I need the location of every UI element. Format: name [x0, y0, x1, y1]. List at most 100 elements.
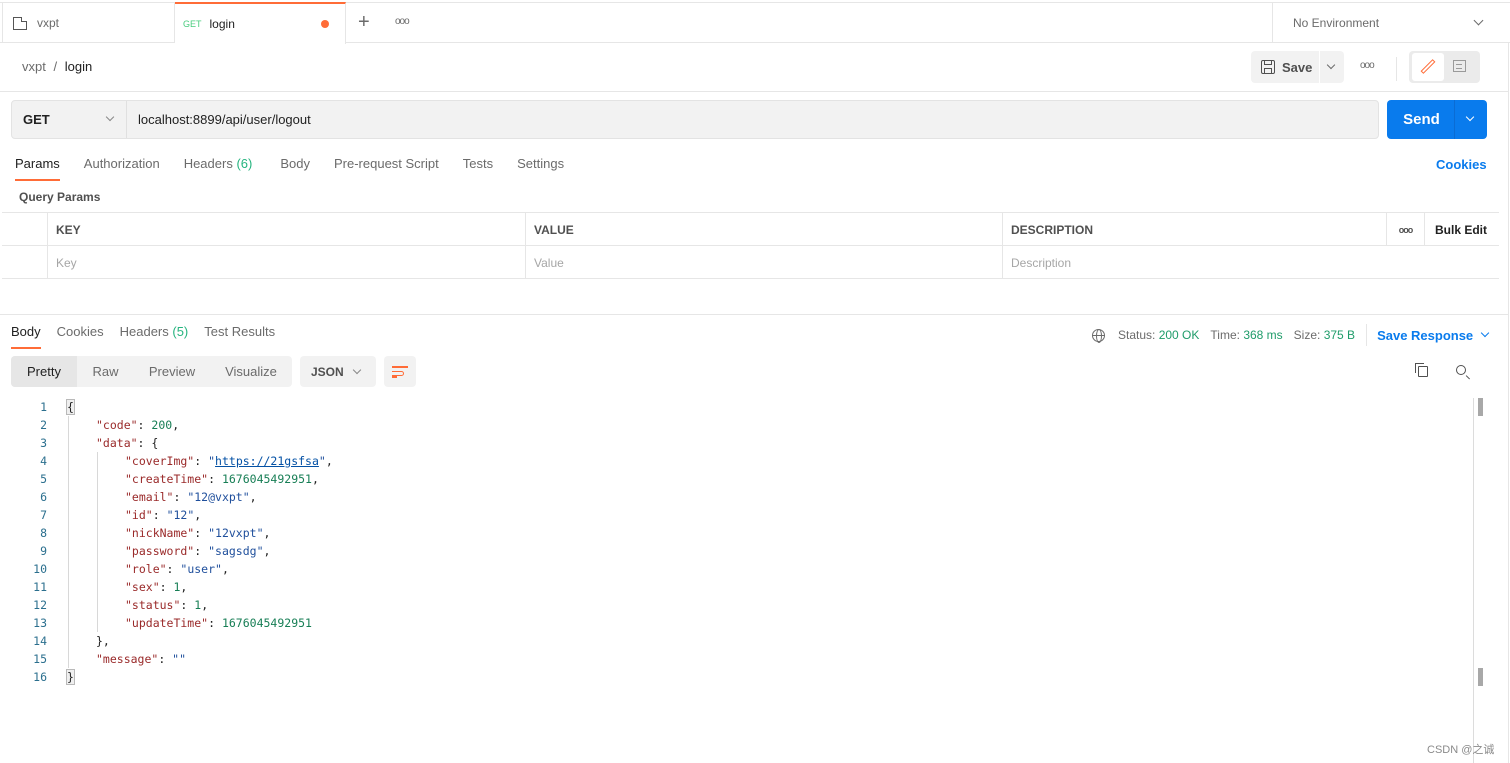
- code-token: "code": [96, 418, 138, 432]
- line-number: 6: [40, 490, 47, 504]
- code-text: "status": 1,: [125, 596, 208, 614]
- tab-body[interactable]: Body: [280, 156, 310, 181]
- code-token: "": [172, 652, 187, 666]
- view-preview[interactable]: Preview: [134, 356, 210, 387]
- new-tab-button[interactable]: +: [358, 12, 370, 32]
- response-body-editor[interactable]: 1{2 "code": 200, 3 "data": {4 "coverImg": "h…: [0, 398, 1472, 763]
- code-line: 16}: [0, 668, 1400, 686]
- request-more-button[interactable]: ooo: [1360, 60, 1375, 71]
- save-response-button[interactable]: Save Response: [1377, 328, 1490, 343]
- tab-tests[interactable]: Tests: [463, 156, 493, 181]
- tab-response-headers[interactable]: Headers (5): [120, 324, 189, 349]
- key-input[interactable]: Key: [47, 246, 525, 279]
- postman-app: vxpt GET login + ooo No Environment vxpt…: [0, 0, 1510, 763]
- code-text: "password": "sagsdg",: [125, 542, 270, 560]
- tab-authorization[interactable]: Authorization: [84, 156, 160, 181]
- code-line: 12 "status": 1,: [0, 596, 1400, 614]
- tab-params[interactable]: Params: [15, 156, 60, 181]
- column-description: DESCRIPTION: [1002, 213, 1386, 246]
- code-token: :: [194, 544, 209, 558]
- bulk-edit-button[interactable]: Bulk Edit: [1424, 213, 1499, 246]
- line-number: 11: [33, 580, 47, 594]
- code-token: ,: [221, 562, 229, 576]
- tab-test-results[interactable]: Test Results: [204, 324, 275, 349]
- code-text: "updateTime": 1676045492951: [125, 614, 312, 632]
- editor-scrollbar[interactable]: [1473, 398, 1474, 763]
- line-number: 5: [40, 472, 47, 486]
- breadcrumb-collection[interactable]: vxpt: [22, 59, 46, 74]
- status-readout[interactable]: Status: 200 OK: [1118, 328, 1199, 342]
- save-button[interactable]: Save: [1251, 51, 1319, 83]
- breadcrumb-separator: /: [53, 59, 58, 74]
- code-line: 10 "role": "user",: [0, 560, 1400, 578]
- tab-response-cookies[interactable]: Cookies: [57, 324, 104, 349]
- send-dropdown-chevron-icon[interactable]: [1465, 112, 1475, 122]
- code-text: "role": "user",: [125, 560, 229, 578]
- column-value: VALUE: [525, 213, 1002, 246]
- code-token: "nickName": [125, 526, 195, 540]
- search-icon[interactable]: [1456, 365, 1466, 375]
- url-input[interactable]: [138, 112, 1338, 127]
- time-value: 368 ms: [1243, 328, 1283, 342]
- tab-vxpt[interactable]: vxpt: [2, 3, 175, 43]
- code-token: 1676045492951: [221, 616, 312, 630]
- view-pretty[interactable]: Pretty: [11, 356, 77, 387]
- save-dropdown-button[interactable]: [1320, 51, 1344, 83]
- code-text: "code": 200,: [96, 416, 179, 434]
- code-line: 2 "code": 200,: [0, 416, 1400, 434]
- code-line: 6 "email": "12@vxpt",: [0, 488, 1400, 506]
- line-number: 3: [40, 436, 47, 450]
- environment-selector[interactable]: No Environment: [1272, 3, 1510, 43]
- line-number: 10: [33, 562, 47, 576]
- line-number: 8: [40, 526, 47, 540]
- line-number: 9: [40, 544, 47, 558]
- code-token: :: [166, 562, 181, 576]
- code-token: :: [159, 580, 174, 594]
- cookies-link[interactable]: Cookies: [1436, 157, 1487, 172]
- method-select[interactable]: GET: [12, 101, 127, 138]
- wrap-lines-button[interactable]: [384, 356, 416, 387]
- table-more-button[interactable]: ooo: [1386, 213, 1424, 246]
- edit-mode-button[interactable]: [1412, 53, 1444, 81]
- status-label: Status:: [1118, 328, 1156, 342]
- tab-settings[interactable]: Settings: [517, 156, 564, 181]
- watermark: CSDN @之诚: [1427, 744, 1495, 756]
- code-token: :: [137, 418, 152, 432]
- request-tabs: Params Authorization Headers (6) Body Pr…: [15, 156, 588, 181]
- tab-method: GET: [183, 19, 202, 29]
- send-button[interactable]: Send: [1387, 100, 1454, 139]
- code-token: ,: [311, 472, 319, 486]
- line-number: 4: [40, 454, 47, 468]
- line-number: 14: [33, 634, 47, 648]
- code-token: ,: [325, 454, 333, 468]
- tab-login[interactable]: GET login: [175, 2, 346, 44]
- globe-icon[interactable]: [1092, 328, 1105, 343]
- tab-pre-request-script[interactable]: Pre-request Script: [334, 156, 439, 181]
- code-token: ,: [263, 544, 271, 558]
- pane-splitter[interactable]: [0, 314, 1508, 315]
- code-token: "status": [125, 598, 181, 612]
- view-raw[interactable]: Raw: [77, 356, 134, 387]
- line-number: 1: [40, 400, 47, 414]
- comment-icon[interactable]: [1453, 60, 1466, 72]
- tab-headers[interactable]: Headers (6): [184, 156, 253, 181]
- tab-response-body[interactable]: Body: [11, 324, 41, 349]
- view-visualize[interactable]: Visualize: [210, 356, 292, 387]
- code-token: {: [151, 436, 159, 450]
- code-text: "createTime": 1676045492951,: [125, 470, 319, 488]
- size-readout[interactable]: Size: 375 B: [1294, 328, 1355, 342]
- breadcrumb-request[interactable]: login: [65, 59, 92, 74]
- value-input[interactable]: Value: [525, 246, 1002, 279]
- format-select[interactable]: JSON: [300, 356, 376, 387]
- url-link[interactable]: https://21gsfsa: [215, 454, 319, 468]
- table-header-row: KEY VALUE DESCRIPTION ooo Bulk Edit: [2, 213, 1499, 246]
- scrollbar-marker: [1478, 398, 1483, 416]
- code-token: :: [137, 436, 152, 450]
- time-readout[interactable]: Time: 368 ms: [1210, 328, 1282, 342]
- code-token: :: [158, 652, 173, 666]
- code-text: "data": {: [96, 434, 158, 452]
- copy-icon[interactable]: [1415, 363, 1428, 377]
- description-input[interactable]: Description: [1002, 246, 1499, 279]
- tab-more-button[interactable]: ooo: [395, 16, 410, 27]
- query-params-table: KEY VALUE DESCRIPTION ooo Bulk Edit Key …: [2, 212, 1499, 279]
